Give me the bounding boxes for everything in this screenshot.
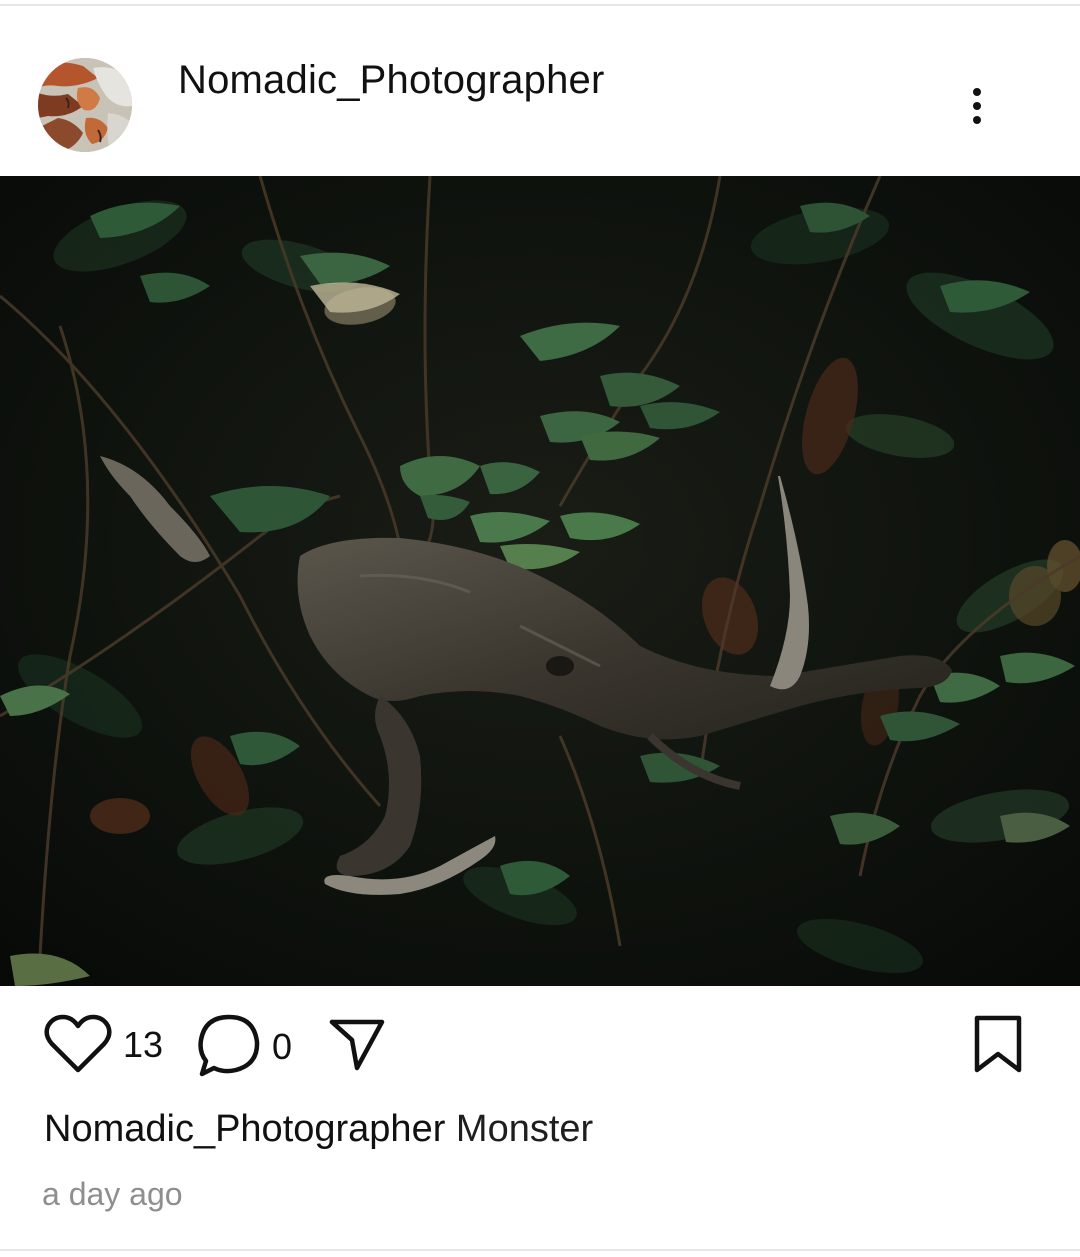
share-button[interactable] [328,1018,386,1077]
avatar-image [38,58,132,152]
avatar[interactable] [38,58,132,152]
bottom-divider [0,1249,1080,1251]
more-dot [973,102,981,110]
like-button[interactable] [44,1014,112,1081]
post-photo[interactable] [0,176,1080,986]
comment-count[interactable]: 0 [272,1026,292,1068]
bookmark-icon [974,1015,1022,1073]
photo-illustration [0,176,1080,986]
more-options-button[interactable] [956,84,998,128]
comment-icon [198,1014,260,1077]
post-actions: 13 0 [0,1000,1080,1090]
more-vertical-icon [973,88,981,96]
heart-icon [44,1014,112,1073]
post-timestamp: a day ago [42,1176,183,1212]
comment-button[interactable] [196,1012,262,1083]
caption-text: Monster [455,1108,594,1150]
send-icon [329,1019,385,1071]
post-card: Nomadic_Photographer 13 0 Nomadic_Photog… [0,0,1080,1257]
post-header: Nomadic_Photographer [0,6,1080,176]
save-button[interactable] [972,1014,1024,1081]
more-dot [973,116,981,124]
caption-username[interactable]: Nomadic_Photographer [44,1108,445,1150]
like-count[interactable]: 13 [123,1024,163,1066]
author-username[interactable]: Nomadic_Photographer [178,58,604,103]
post-caption: Nomadic_Photographer Monster [44,1108,593,1151]
